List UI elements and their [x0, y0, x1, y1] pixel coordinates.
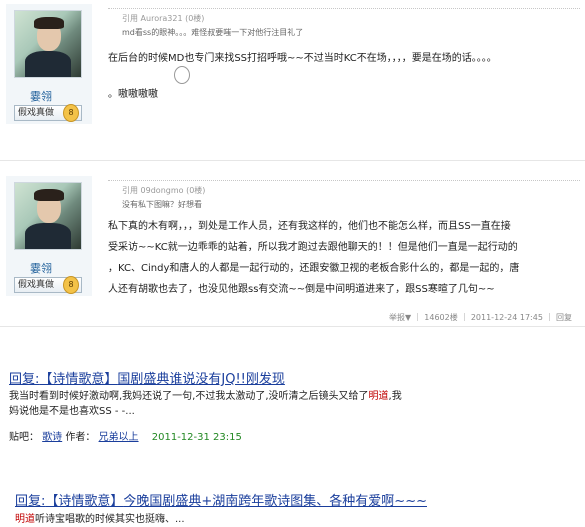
- post-line: 受采访~~KC就一边乖乖的站着，所以我才跑过去跟他聊天的！！但是他们一直是一起行…: [108, 242, 518, 253]
- quote-header: 引用 Aurora321 (0楼): [122, 14, 205, 23]
- title-text: 国剧盛典谁说没有JQ!!刚发现: [117, 372, 285, 387]
- author-panel: 霎翎 假戏真做 8: [6, 4, 92, 124]
- author-label: 作者：: [65, 432, 96, 443]
- post-line: ，KC、Cindy和唐人的人都是一起行动的，还跟安徽卫视的老板合影什么的，都是一…: [108, 263, 520, 274]
- level-icon: 8: [63, 104, 79, 122]
- forum-post-2: 霎翎 假戏真做 8 引用 09dongmo (0楼) 没有私下图嘛？好想看 私下…: [6, 176, 580, 324]
- rank-label: 假戏真做: [18, 108, 55, 118]
- post-line: 。嗷嗷嗷嗷: [108, 89, 158, 100]
- quote-header: 引用 09dongmo (0楼): [122, 186, 206, 195]
- divider: [0, 326, 585, 327]
- snippet-text: ,我: [388, 391, 402, 402]
- quote-block: 引用 Aurora321 (0楼) md看ss的眼神。。。难怪叔要嗤一下对他行注…: [108, 8, 580, 38]
- snippet-text: 我当时看到时候好激动啊,我妈还说了一句,不过我太激动了,没听清之后镜头又给了: [9, 391, 369, 402]
- post-line: 人还有胡歌也去了，也没见他跟ss有交流~~倒是中间明道进来了，跟SS寒暄了几句~…: [108, 284, 495, 295]
- result-meta: 贴吧： 歌诗 作者： 兄弟以上 2011-12-31 23:15: [9, 428, 242, 443]
- emoticon-row: [108, 66, 580, 84]
- rank-badge: 假戏真做 8: [14, 104, 82, 122]
- username[interactable]: 霎翎: [30, 260, 52, 276]
- title-text: 今晚国剧盛典+湖南跨年歌诗图集、各种有爱啊~~~: [123, 494, 427, 509]
- bar-link[interactable]: 歌诗: [42, 432, 62, 443]
- author-panel: 霎翎 假戏真做 8: [6, 176, 92, 296]
- avatar[interactable]: [14, 182, 82, 250]
- title-prefix: 回复:: [9, 372, 40, 387]
- result-title-link[interactable]: 回复:【诗情歌意】今晚国剧盛典+湖南跨年歌诗图集、各种有爱啊~~~: [15, 490, 427, 509]
- snippet-line: 妈说他是不是也喜欢SS - -...: [9, 406, 135, 417]
- result-snippet: 明道听诗宝唱歌的时候其实也挺嗨、...: [15, 512, 185, 527]
- quote-text: md看ss的眼神。。。难怪叔要嗤一下对他行注目礼了: [122, 28, 304, 37]
- post-meta[interactable]: 举报▼ ｜ 14602楼 ｜ 2011-12-24 17:45 ｜ 回复: [389, 312, 572, 323]
- post-line: 私下真的木有啊，，，到处是工作人员，还有我这样的，他们也不能怎么样，而且SS一直…: [108, 221, 511, 232]
- avatar[interactable]: [14, 10, 82, 78]
- post-date: 2011-12-31 23:15: [151, 432, 242, 443]
- title-bracket: 【诗情歌意】: [39, 372, 118, 387]
- author-link[interactable]: 兄弟以上: [99, 432, 139, 443]
- result-snippet: 我当时看到时候好激动啊,我妈还说了一句,不过我太激动了,没听清之后镜头又给了明道…: [9, 389, 402, 419]
- result-title-link[interactable]: 回复:【诗情歌意】国剧盛典谁说没有JQ!!刚发现: [9, 368, 285, 387]
- highlight-keyword: 明道: [368, 391, 389, 402]
- rank-badge: 假戏真做 8: [14, 276, 82, 294]
- title-prefix: 回复:: [15, 494, 46, 509]
- bunny-sticker-icon: [174, 66, 192, 84]
- title-bracket: 【诗情歌意】: [45, 494, 124, 509]
- rank-label: 假戏真做: [18, 280, 55, 290]
- divider: [0, 160, 585, 161]
- highlight-keyword: 明道: [15, 514, 35, 525]
- level-icon: 8: [63, 276, 79, 294]
- username[interactable]: 霎翎: [30, 88, 52, 104]
- quote-text: 没有私下图嘛？好想看: [122, 200, 202, 209]
- snippet-line: 我当时看到时候好激动啊,我妈还说了一句,不过我太激动了,没听清之后镜头又给了明道…: [9, 389, 402, 404]
- snippet-text: 听诗宝唱歌的时候其实也挺嗨、...: [35, 514, 185, 525]
- meta-label: 贴吧：: [9, 432, 39, 443]
- post-body: 私下真的木有啊，，，到处是工作人员，还有我这样的，他们也不能怎么样，而且SS一直…: [108, 216, 580, 300]
- forum-post-1: 霎翎 假戏真做 8 引用 Aurora321 (0楼) md看ss的眼神。。。难…: [6, 4, 580, 128]
- quote-block: 引用 09dongmo (0楼) 没有私下图嘛？好想看: [108, 180, 580, 210]
